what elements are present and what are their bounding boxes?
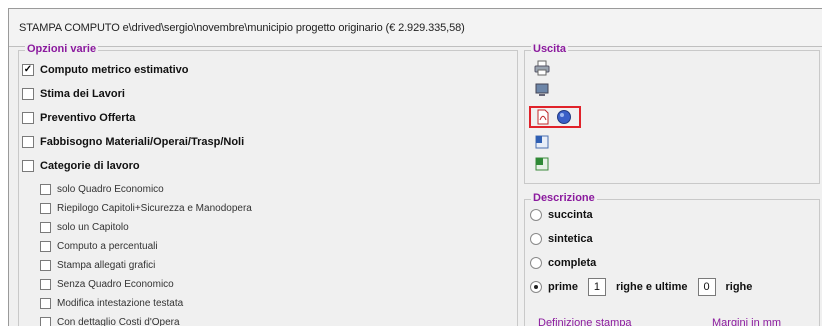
- option-solo-capitolo[interactable]: solo un Capitolo: [40, 219, 129, 235]
- first-rows-input[interactable]: 1: [587, 278, 606, 296]
- option-label: solo Quadro Economico: [57, 183, 164, 195]
- radio-prime[interactable]: prime 1 righe e ultime 0 righe: [530, 278, 753, 296]
- option-dettaglio-costi[interactable]: Con dettaglio Costi d'Opera: [40, 314, 180, 326]
- option-label: Computo a percentuali: [57, 240, 158, 252]
- radio-button[interactable]: [530, 209, 542, 221]
- option-computo-metrico[interactable]: ✓ Computo metrico estimativo: [22, 62, 189, 78]
- option-label: Preventivo Offerta: [40, 112, 136, 124]
- description-group-title: Descrizione: [531, 192, 597, 204]
- checkbox-allegati-grafici[interactable]: [40, 259, 51, 271]
- option-label: Fabbisogno Materiali/Operai/Trasp/Noli: [40, 136, 245, 148]
- checkbox-computo-metrico[interactable]: ✓: [22, 64, 34, 76]
- checkbox-stima-lavori[interactable]: [22, 88, 34, 100]
- checkbox-riepilogo-capitoli[interactable]: [40, 202, 51, 214]
- option-label: Riepilogo Capitoli+Sicurezza e Manodoper…: [57, 202, 252, 214]
- rows-last-label: righe e ultime: [615, 281, 688, 293]
- option-riepilogo-capitoli[interactable]: Riepilogo Capitoli+Sicurezza e Manodoper…: [40, 200, 252, 216]
- globe-icon[interactable]: [556, 109, 572, 125]
- printer-icon[interactable]: [534, 60, 550, 76]
- monitor-icon[interactable]: [534, 82, 550, 98]
- checkbox-solo-capitolo[interactable]: [40, 221, 51, 233]
- checkbox-dettaglio-costi[interactable]: [40, 316, 51, 326]
- option-fabbisogno[interactable]: Fabbisogno Materiali/Operai/Trasp/Noli: [22, 134, 244, 150]
- radio-button[interactable]: [530, 281, 542, 293]
- checkbox-senza-quadro[interactable]: [40, 278, 51, 290]
- print-definition-title: Definizione stampa: [538, 317, 632, 326]
- window-title: STAMPA COMPUTO e\drived\sergio\novembre\…: [19, 22, 465, 34]
- rows-label: righe: [725, 281, 753, 293]
- option-modifica-intestazione[interactable]: Modifica intestazione testata: [40, 295, 183, 311]
- option-label: Computo metrico estimativo: [40, 64, 189, 76]
- options-group-title: Opzioni varie: [25, 43, 99, 55]
- radio-label: succinta: [548, 209, 593, 221]
- output-group-title: Uscita: [531, 43, 569, 55]
- radio-succinta[interactable]: succinta: [530, 207, 593, 223]
- option-label: solo un Capitolo: [57, 221, 129, 233]
- pdf-icon[interactable]: [535, 109, 551, 125]
- radio-label: sintetica: [548, 233, 593, 245]
- option-senza-quadro[interactable]: Senza Quadro Economico: [40, 276, 174, 292]
- checkbox-computo-percentuali[interactable]: [40, 240, 51, 252]
- option-label: Categorie di lavoro: [40, 160, 140, 172]
- title-bar: STAMPA COMPUTO e\drived\sergio\novembre\…: [9, 9, 822, 47]
- checkbox-preventivo-offerta[interactable]: [22, 112, 34, 124]
- radio-sintetica[interactable]: sintetica: [530, 231, 593, 247]
- checkbox-categorie-lavoro[interactable]: [22, 160, 34, 172]
- radio-completa[interactable]: completa: [530, 255, 596, 271]
- radio-button[interactable]: [530, 257, 542, 269]
- excel-icon[interactable]: [534, 156, 550, 172]
- option-label: Stampa allegati grafici: [57, 259, 156, 271]
- option-label: Stima dei Lavori: [40, 88, 125, 100]
- radio-label: prime: [548, 281, 578, 293]
- option-label: Modifica intestazione testata: [57, 297, 184, 309]
- last-rows-input[interactable]: 0: [697, 278, 716, 296]
- option-preventivo-offerta[interactable]: Preventivo Offerta: [22, 110, 135, 126]
- option-categorie-lavoro[interactable]: Categorie di lavoro: [22, 158, 140, 174]
- option-computo-percentuali[interactable]: Computo a percentuali: [40, 238, 158, 254]
- checkbox-solo-quadro[interactable]: [40, 183, 51, 195]
- radio-label: completa: [548, 257, 597, 269]
- option-solo-quadro[interactable]: solo Quadro Economico: [40, 181, 164, 197]
- word-icon[interactable]: [534, 134, 550, 150]
- option-label: Con dettaglio Costi d'Opera: [57, 316, 180, 326]
- checkbox-fabbisogno[interactable]: [22, 136, 34, 148]
- margins-title: Margini in mm: [712, 317, 782, 326]
- option-stima-lavori[interactable]: Stima dei Lavori: [22, 86, 125, 102]
- radio-button[interactable]: [530, 233, 542, 245]
- option-label: Senza Quadro Economico: [57, 278, 174, 290]
- checkbox-modifica-intestazione[interactable]: [40, 297, 51, 309]
- option-allegati-grafici[interactable]: Stampa allegati grafici: [40, 257, 155, 273]
